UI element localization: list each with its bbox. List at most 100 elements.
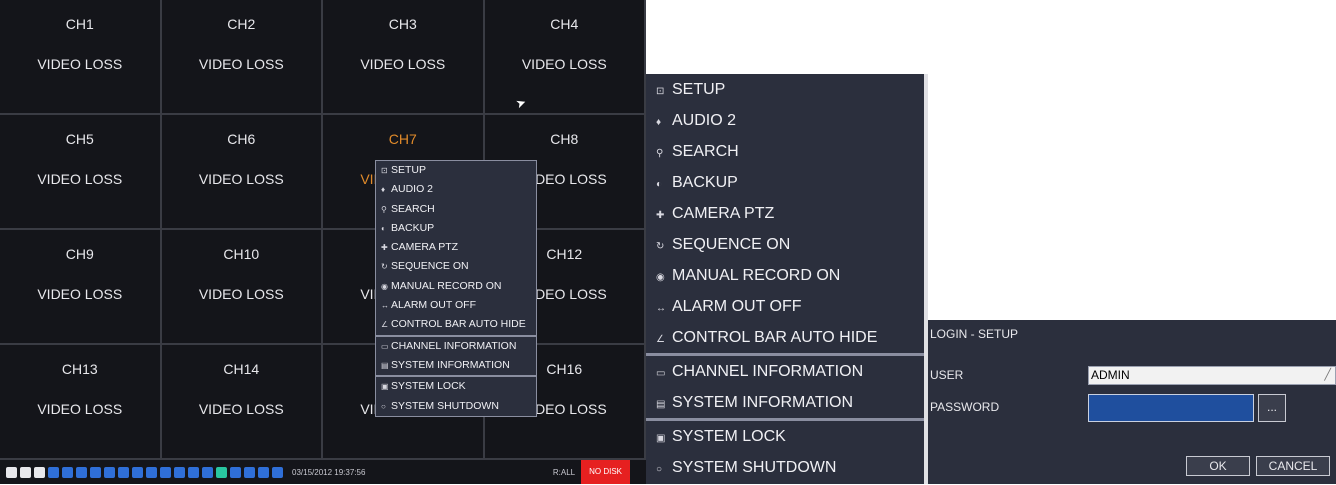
- menu-item-label: AUDIO 2: [672, 112, 737, 129]
- menu-item-system-information[interactable]: ▤ SYSTEM INFORMATION: [376, 356, 536, 375]
- menu-item-system-shutdown[interactable]: ○ SYSTEM SHUTDOWN: [646, 452, 924, 483]
- alarm-icon: ↔: [381, 301, 389, 311]
- menu-item-control-bar-auto-hide[interactable]: ∠ CONTROL BAR AUTO HIDE: [376, 315, 536, 334]
- search-icon[interactable]: [62, 466, 73, 478]
- channel-status: VIDEO LOSS: [198, 171, 284, 187]
- channel-tile[interactable]: CH4 VIDEO LOSS: [484, 0, 646, 115]
- menu-item-manual-record-on[interactable]: ◉ MANUAL RECORD ON: [646, 260, 924, 291]
- channel-status: VIDEO LOSS: [37, 401, 123, 417]
- menu-item-label: SYSTEM LOCK: [672, 428, 786, 445]
- menu-item-channel-information[interactable]: ▭ CHANNEL INFORMATION: [646, 356, 924, 387]
- ok-button[interactable]: OK: [1186, 456, 1250, 476]
- channel-status: VIDEO LOSS: [37, 56, 123, 72]
- menu-item-audio-2[interactable]: ♦ AUDIO 2: [376, 180, 536, 199]
- sequence-icon[interactable]: [104, 466, 115, 478]
- status-icon[interactable]: [216, 466, 227, 478]
- menu-item-audio-2[interactable]: ♦ AUDIO 2: [646, 105, 924, 136]
- menu-item-label: CHANNEL INFORMATION: [672, 363, 864, 380]
- channel-tile[interactable]: CH5 VIDEO LOSS: [0, 115, 162, 230]
- channel-label: CH1: [65, 16, 94, 32]
- menu-item-setup[interactable]: ⊡ SETUP: [646, 74, 924, 105]
- menu-item-manual-record-on[interactable]: ◉ MANUAL RECORD ON: [376, 277, 536, 296]
- menu-item-camera-ptz[interactable]: ✚ CAMERA PTZ: [376, 238, 536, 257]
- channel-tile[interactable]: CH3 VIDEO LOSS: [323, 0, 485, 115]
- password-field[interactable]: [1088, 394, 1254, 422]
- context-menu-large: ⊡ SETUP ♦ AUDIO 2 ⚲ SEARCH ◐ BACKUP ✚ CAMERA PTZ ↻…: [646, 74, 928, 484]
- lock-icon[interactable]: [258, 466, 269, 478]
- channel-status: VIDEO LOSS: [198, 401, 284, 417]
- channel-tile[interactable]: CH6 VIDEO LOSS: [161, 115, 323, 230]
- virtual-keyboard-button[interactable]: ...: [1258, 394, 1286, 422]
- menu-item-label: SEQUENCE ON: [391, 260, 469, 273]
- menu-item-search[interactable]: ⚲ SEARCH: [646, 136, 924, 167]
- disk-status-badge: NO DISK: [581, 460, 630, 484]
- menu-item-setup[interactable]: ⊡ SETUP: [376, 161, 536, 180]
- layout-icon[interactable]: [20, 466, 31, 478]
- channel-tile[interactable]: CH13 VIDEO LOSS: [0, 345, 162, 460]
- channel-tile[interactable]: CH1 VIDEO LOSS: [0, 0, 162, 115]
- menu-item-label: CAMERA PTZ: [672, 205, 775, 222]
- alarm-icon[interactable]: [132, 466, 143, 478]
- audio-icon: ♦: [381, 185, 386, 195]
- user-field[interactable]: ADMIN ╱: [1088, 366, 1336, 385]
- system-info-icon: ▤: [656, 399, 666, 410]
- setup-icon: ⊡: [381, 166, 388, 175]
- network-icon[interactable]: [202, 466, 213, 478]
- split-1-icon[interactable]: [146, 466, 157, 478]
- channel-label: CH6: [227, 131, 256, 147]
- info-icon[interactable]: [272, 466, 283, 478]
- channel-label: CH8: [550, 131, 579, 147]
- menu-item-label: MANUAL RECORD ON: [672, 267, 841, 284]
- menu-item-backup[interactable]: ◐ BACKUP: [376, 219, 536, 238]
- menu-item-control-bar-auto-hide[interactable]: ∠ CONTROL BAR AUTO HIDE: [646, 322, 924, 353]
- menu-item-backup[interactable]: ◐ BACKUP: [646, 167, 924, 198]
- menu-item-label: SYSTEM LOCK: [391, 380, 466, 393]
- password-label: PASSWORD: [930, 400, 1000, 414]
- menu-item-camera-ptz[interactable]: ✚ CAMERA PTZ: [646, 198, 924, 229]
- menu-item-system-lock[interactable]: ▣ SYSTEM LOCK: [646, 421, 924, 452]
- power-icon[interactable]: [6, 466, 17, 478]
- ptz-icon: ✚: [381, 243, 388, 253]
- menu-item-sequence-on[interactable]: ↻ SEQUENCE ON: [646, 229, 924, 260]
- sequence-icon: ↻: [381, 262, 388, 272]
- channel-tile[interactable]: CH2 VIDEO LOSS: [161, 0, 323, 115]
- record-icon[interactable]: [118, 466, 129, 478]
- lock-icon: ▣: [381, 382, 389, 392]
- control-bar: 03/15/2012 19:37:56 R:ALL NO DISK: [0, 460, 646, 484]
- split-4-icon[interactable]: [160, 466, 171, 478]
- channel-status: VIDEO LOSS: [37, 286, 123, 302]
- channel-label: CH7: [388, 131, 417, 147]
- channel-tile[interactable]: CH14 VIDEO LOSS: [161, 345, 323, 460]
- channel-tile[interactable]: CH9 VIDEO LOSS: [0, 230, 162, 345]
- menu-item-label: CONTROL BAR AUTO HIDE: [391, 318, 526, 331]
- channel-status: VIDEO LOSS: [360, 56, 446, 72]
- channel-tile[interactable]: CH10 VIDEO LOSS: [161, 230, 323, 345]
- channel-status: VIDEO LOSS: [198, 56, 284, 72]
- backup-icon[interactable]: [76, 466, 87, 478]
- speaker-icon[interactable]: [244, 466, 255, 478]
- record-icon: ◉: [381, 281, 388, 291]
- audio-icon[interactable]: [48, 466, 59, 478]
- menu-item-label: SYSTEM INFORMATION: [672, 394, 854, 411]
- menu-item-channel-information[interactable]: ▭ CHANNEL INFORMATION: [376, 337, 536, 356]
- channel-label: CH9: [65, 246, 94, 262]
- hdd-icon[interactable]: [230, 466, 241, 478]
- menu-item-label: SEARCH: [391, 202, 435, 215]
- ptz-icon[interactable]: [90, 466, 101, 478]
- menu-item-alarm-out-off[interactable]: ↔ ALARM OUT OFF: [376, 296, 536, 315]
- menu-item-label: SEARCH: [672, 143, 739, 160]
- menu-item-sequence-on[interactable]: ↻ SEQUENCE ON: [376, 257, 536, 276]
- menu-item-alarm-out-off[interactable]: ↔ ALARM OUT OFF: [646, 291, 924, 322]
- alarm-icon: ↔: [656, 303, 666, 314]
- setup-icon[interactable]: [34, 466, 45, 478]
- menu-item-label: CHANNEL INFORMATION: [391, 339, 517, 352]
- menu-item-system-lock[interactable]: ▣ SYSTEM LOCK: [376, 377, 536, 396]
- menu-item-system-information[interactable]: ▤ SYSTEM INFORMATION: [646, 387, 924, 418]
- cancel-button[interactable]: CANCEL: [1256, 456, 1330, 476]
- menu-item-system-shutdown[interactable]: ○ SYSTEM SHUTDOWN: [376, 397, 536, 416]
- split-16-icon[interactable]: [188, 466, 199, 478]
- ptz-icon: ✚: [656, 210, 665, 221]
- control-bar-icon: ∠: [656, 334, 665, 345]
- menu-item-search[interactable]: ⚲ SEARCH: [376, 200, 536, 219]
- split-9-icon[interactable]: [174, 466, 185, 478]
